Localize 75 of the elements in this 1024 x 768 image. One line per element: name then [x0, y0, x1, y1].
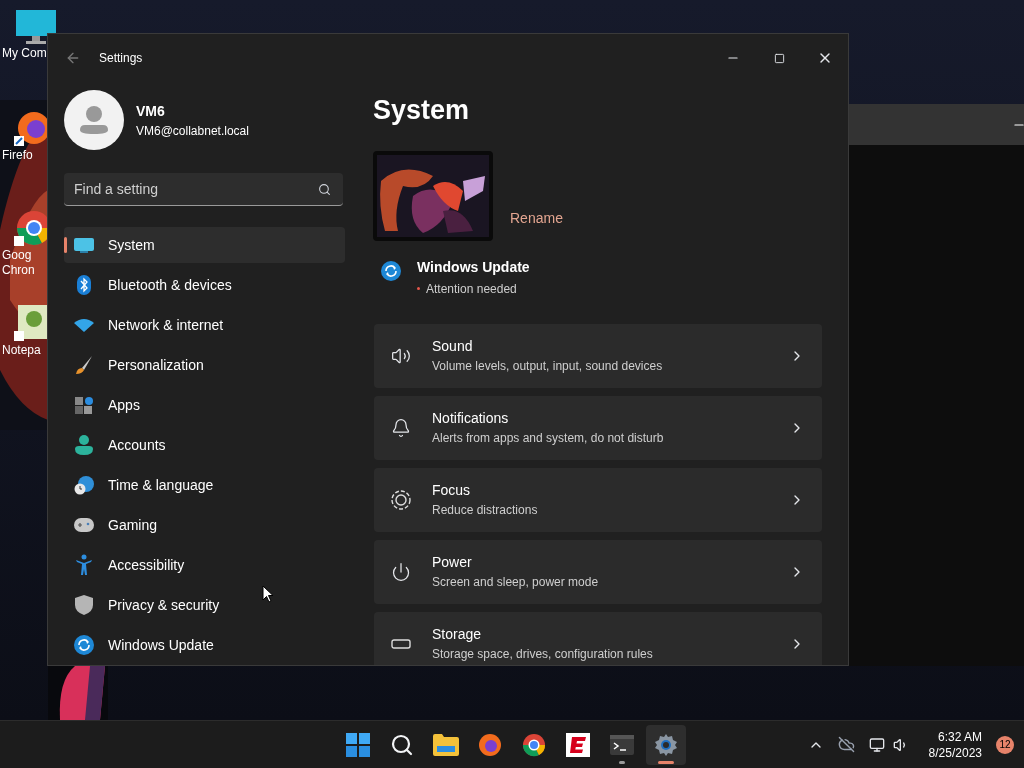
person-icon: [75, 435, 93, 455]
sync-icon: [381, 260, 401, 281]
nav-item[interactable]: Gaming: [64, 507, 345, 543]
cloud-off-icon[interactable]: [837, 736, 855, 753]
settings-card[interactable]: Sound Volume levels, output, input, sound devices: [374, 323, 822, 388]
windows-logo-icon: [346, 732, 370, 757]
settings-card[interactable]: Storage Storage space, drives, configuration rules: [374, 611, 822, 665]
nav-item[interactable]: Apps: [64, 387, 345, 423]
card-subtitle: Storage space, drives, configuration rules: [432, 646, 654, 663]
card-title: Sound: [432, 337, 474, 356]
shield-icon: [75, 595, 93, 615]
nav-item[interactable]: Accessibility: [64, 547, 345, 583]
globe-clock-icon: [74, 475, 94, 495]
nav-item[interactable]: Privacy & security: [64, 587, 345, 623]
brush-icon: [74, 355, 94, 375]
settings-card[interactable]: Notifications Alerts from apps and system, do not disturb: [374, 395, 822, 460]
chrome-icon: [522, 732, 546, 757]
nav-item[interactable]: Accounts: [64, 427, 345, 463]
bell-icon: [391, 417, 411, 438]
card-subtitle: Reduce distractions: [432, 502, 539, 519]
cursor-icon: [262, 585, 274, 603]
maximize-icon: [773, 52, 785, 64]
sync-icon: [74, 635, 94, 655]
nav-item[interactable]: Windows Update: [64, 627, 345, 663]
terminal-icon: [610, 734, 634, 755]
update-status: Attention needed: [426, 280, 517, 298]
page-title: System: [373, 94, 471, 127]
search-icon: [318, 183, 331, 196]
apps-icon: [74, 395, 94, 415]
power-icon: [391, 561, 411, 582]
drive-icon: [391, 638, 411, 649]
card-subtitle: Screen and sleep, power mode: [432, 574, 600, 591]
settings-card[interactable]: Focus Reduce distractions: [374, 467, 822, 532]
icon-label: Chron: [1, 263, 35, 278]
notepad-icon[interactable]: [14, 303, 50, 343]
icon-label: My Com: [1, 46, 47, 61]
card-title: Power: [432, 553, 473, 572]
bluetooth-icon: [77, 275, 91, 295]
focus-icon: [391, 489, 411, 510]
card-title: Storage: [432, 625, 483, 644]
letter-e-app-icon: [566, 732, 590, 757]
monitor-icon: [74, 237, 94, 253]
icon-label: Goog: [1, 248, 32, 263]
update-title: Windows Update: [417, 257, 530, 277]
search-icon: [390, 732, 414, 757]
monitor-icon[interactable]: [14, 10, 58, 46]
folder-icon: [433, 733, 459, 756]
gamepad-icon: [74, 518, 94, 532]
notification-badge[interactable]: 12: [996, 735, 1014, 754]
rename-link[interactable]: Rename: [510, 207, 563, 229]
alert-dot-icon: [417, 287, 420, 290]
search-field[interactable]: Find a setting: [64, 173, 343, 206]
user-email: VM6@collabnet.local: [136, 122, 249, 140]
icon-label: Firefo: [1, 148, 33, 163]
taskbar-button[interactable]: [646, 724, 686, 765]
gear-icon: [654, 732, 678, 757]
icon-label: Notepa: [1, 343, 41, 358]
nav-item[interactable]: Bluetooth & devices: [64, 267, 345, 303]
settings-card[interactable]: Power Screen and sleep, power mode: [374, 539, 822, 604]
card-subtitle: Alerts from apps and system, do not disturb: [432, 430, 665, 447]
nav-item[interactable]: System: [64, 227, 345, 263]
firefox-icon: [478, 732, 502, 757]
user-name: VM6: [136, 101, 166, 121]
accessibility-icon: [75, 554, 93, 576]
nav-item[interactable]: Personalization: [64, 347, 345, 383]
avatar-icon: [64, 90, 124, 150]
card-title: Notifications: [432, 409, 510, 428]
nav-item[interactable]: Network & internet: [64, 307, 345, 343]
card-title: Focus: [432, 481, 472, 500]
back-icon[interactable]: [65, 50, 81, 66]
wifi-icon: [74, 318, 94, 332]
window-title: Settings: [99, 50, 143, 67]
card-subtitle: Volume levels, output, input, sound devices: [432, 358, 664, 375]
nav-item[interactable]: Time & language: [64, 467, 345, 503]
clock[interactable]: 6:32 AM 8/25/2023: [928, 728, 982, 761]
